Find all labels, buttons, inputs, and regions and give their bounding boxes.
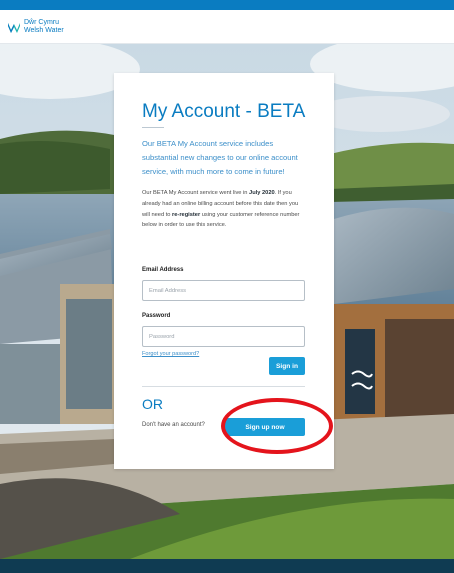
brand-name: Dŵr Cymru Welsh Water (24, 19, 64, 35)
or-heading: OR (142, 396, 163, 412)
info-paragraph: Our BETA My Account service went live in… (142, 188, 307, 231)
site-header: Dŵr Cymru Welsh Water (0, 10, 454, 44)
intro-text: Our BETA My Account service includes sub… (142, 139, 298, 176)
title-underline (142, 127, 164, 128)
password-label: Password (142, 313, 171, 319)
welsh-water-logo-icon (8, 23, 20, 33)
no-account-text: Don't have an account? (142, 422, 205, 428)
email-field[interactable] (142, 280, 305, 301)
brand-name-english: Welsh Water (24, 27, 64, 34)
sign-in-button[interactable]: Sign in (269, 357, 305, 375)
forgot-password-link[interactable]: Forgot your password? (142, 351, 199, 357)
highlight-circle (221, 398, 333, 454)
email-label: Email Address (142, 267, 184, 273)
info-date: July 2020 (249, 190, 275, 196)
section-divider (142, 386, 305, 387)
site-footer (0, 559, 454, 573)
info-text-1: Our BETA My Account service went live in (142, 190, 250, 196)
brand-logo[interactable]: Dŵr Cymru Welsh Water (8, 19, 64, 35)
top-accent-bar (0, 0, 454, 10)
info-register: re-register (172, 211, 201, 218)
password-field[interactable] (142, 326, 305, 347)
brand-name-welsh: Dŵr Cymru (24, 19, 59, 26)
page-title: My Account - BETA (142, 101, 306, 122)
